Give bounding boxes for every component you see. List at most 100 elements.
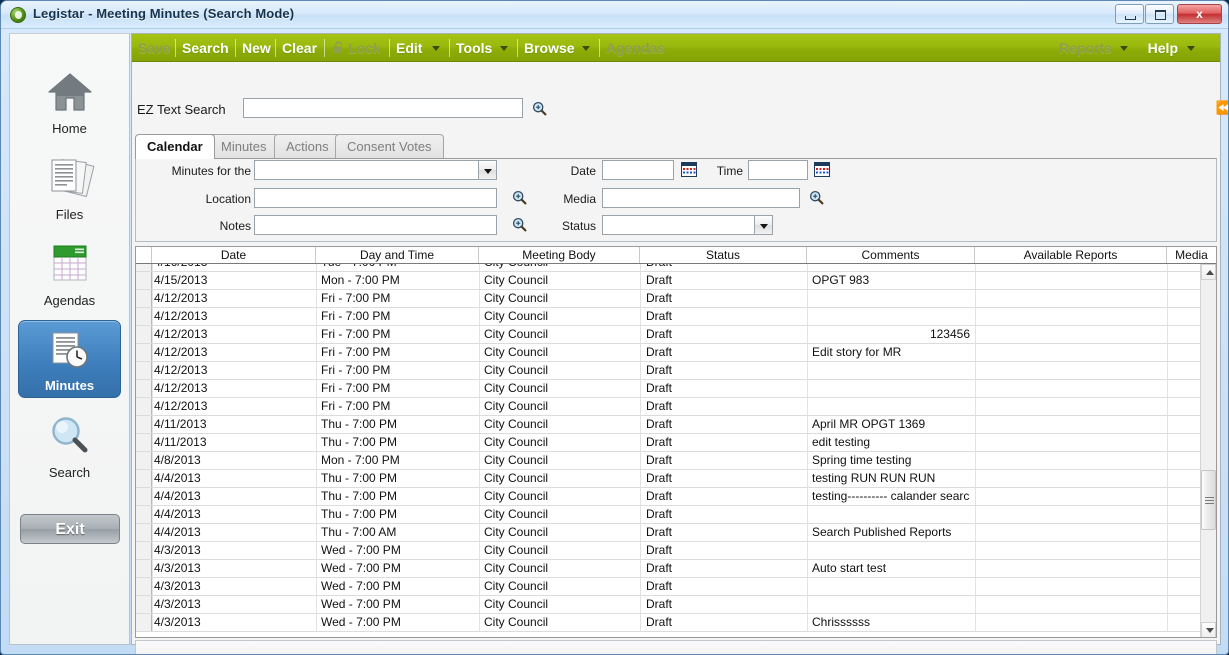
cell-reports[interactable] <box>980 272 1166 289</box>
row-selector-cell[interactable] <box>136 596 152 613</box>
grid-header-available-reports[interactable]: Available Reports <box>975 247 1167 263</box>
sidebar-item-agendas[interactable]: Agendas <box>18 234 121 312</box>
sidebar-item-files[interactable]: Files <box>18 148 121 226</box>
grid-header-meeting-body[interactable]: Meeting Body <box>479 247 640 263</box>
media-lookup-icon[interactable] <box>809 190 824 205</box>
cell-comments[interactable]: Search Published Reports <box>812 524 970 541</box>
table-row[interactable]: 4/12/2013 Fri - 7:00 PM City Council Draft <box>136 398 1202 416</box>
cell-day-time[interactable]: Tue - 7:00 PM <box>321 264 476 271</box>
cell-day-time[interactable]: Thu - 7:00 PM <box>321 506 476 523</box>
cell-day-time[interactable]: Thu - 7:00 PM <box>321 488 476 505</box>
cell-day-time[interactable]: Wed - 7:00 PM <box>321 596 476 613</box>
toolbar-help-menu[interactable]: Help <box>1148 34 1178 62</box>
cell-comments[interactable]: Auto start test <box>812 560 970 577</box>
cell-comments[interactable]: 123456 <box>812 326 970 343</box>
cell-status[interactable]: Draft <box>646 470 796 487</box>
table-row[interactable]: 4/3/2013 Wed - 7:00 PM City Council Draft Ch… <box>136 614 1202 632</box>
cell-comments[interactable] <box>812 596 970 613</box>
toolbar-edit-menu[interactable]: Edit <box>396 34 422 62</box>
date-input[interactable] <box>602 160 674 180</box>
cell-media[interactable] <box>1170 326 1200 343</box>
cell-status[interactable]: Draft <box>646 290 796 307</box>
cell-date[interactable]: 4/12/2013 <box>154 344 314 361</box>
status-input[interactable] <box>602 215 755 235</box>
cell-status[interactable]: Draft <box>646 560 796 577</box>
cell-status[interactable]: Draft <box>646 362 796 379</box>
cell-body[interactable]: City Council <box>484 560 634 577</box>
cell-comments[interactable]: testing RUN RUN RUN <box>812 470 970 487</box>
cell-reports[interactable] <box>980 290 1166 307</box>
cell-comments[interactable] <box>812 398 970 415</box>
cell-media[interactable] <box>1170 344 1200 361</box>
cell-comments[interactable] <box>812 308 970 325</box>
row-selector-cell[interactable] <box>136 362 152 379</box>
date-calendar-picker-icon[interactable] <box>681 162 697 177</box>
cell-day-time[interactable]: Fri - 7:00 PM <box>321 344 476 361</box>
grid-vertical-scrollbar[interactable] <box>1200 264 1216 637</box>
cell-reports[interactable] <box>980 264 1166 271</box>
cell-comments[interactable]: edit testing <box>812 434 970 451</box>
cell-day-time[interactable]: Mon - 7:00 PM <box>321 272 476 289</box>
cell-body[interactable]: City Council <box>484 524 634 541</box>
cell-comments[interactable]: OPGT 983 <box>812 272 970 289</box>
cell-date[interactable]: 4/12/2013 <box>154 362 314 379</box>
table-row[interactable]: 4/4/2013 Thu - 7:00 AM City Council Draft Se… <box>136 524 1202 542</box>
cell-media[interactable] <box>1170 362 1200 379</box>
table-row[interactable]: 4/11/2013 Thu - 7:00 PM City Council Draft A… <box>136 416 1202 434</box>
cell-comments[interactable]: testing---------- calander search <box>812 488 970 505</box>
table-row[interactable]: 4/3/2013 Wed - 7:00 PM City Council Draft Au… <box>136 560 1202 578</box>
row-selector-cell[interactable] <box>136 434 152 451</box>
cell-date[interactable]: 4/4/2013 <box>154 524 314 541</box>
cell-media[interactable] <box>1170 452 1200 469</box>
cell-status[interactable]: Draft <box>646 326 796 343</box>
row-selector-cell[interactable] <box>136 398 152 415</box>
cell-reports[interactable] <box>980 344 1166 361</box>
table-row[interactable]: 4/11/2013 Thu - 7:00 PM City Council Draft e… <box>136 434 1202 452</box>
cell-date[interactable]: 4/3/2013 <box>154 614 314 631</box>
cell-body[interactable]: City Council <box>484 614 634 631</box>
cell-body[interactable]: City Council <box>484 272 634 289</box>
cell-reports[interactable] <box>980 614 1166 631</box>
cell-reports[interactable] <box>980 452 1166 469</box>
cell-media[interactable] <box>1170 506 1200 523</box>
toolbar-save-button[interactable]: Save <box>138 34 171 62</box>
toolbar-browse-menu[interactable]: Browse <box>524 34 575 62</box>
row-selector-cell[interactable] <box>136 578 152 595</box>
cell-date[interactable]: 4/12/2013 <box>154 290 314 307</box>
cell-reports[interactable] <box>980 578 1166 595</box>
cell-media[interactable] <box>1170 470 1200 487</box>
cell-body[interactable]: City Council <box>484 290 634 307</box>
cell-media[interactable] <box>1170 578 1200 595</box>
cell-media[interactable] <box>1170 308 1200 325</box>
ez-text-search-input[interactable] <box>243 98 523 118</box>
cell-date[interactable]: 4/12/2013 <box>154 326 314 343</box>
toolbar-search-button[interactable]: Search <box>182 34 229 62</box>
row-selector-cell[interactable] <box>136 416 152 433</box>
cell-status[interactable]: Draft <box>646 272 796 289</box>
cell-body[interactable]: City Council <box>484 344 634 361</box>
cell-reports[interactable] <box>980 488 1166 505</box>
cell-date[interactable]: 4/11/2013 <box>154 434 314 451</box>
cell-media[interactable] <box>1170 264 1200 271</box>
row-selector-cell[interactable] <box>136 264 152 271</box>
cell-status[interactable]: Draft <box>646 596 796 613</box>
table-row[interactable]: 4/4/2013 Thu - 7:00 PM City Council Draft <box>136 506 1202 524</box>
notes-input[interactable] <box>254 215 497 235</box>
row-selector-cell[interactable] <box>136 272 152 289</box>
cell-day-time[interactable]: Thu - 7:00 PM <box>321 470 476 487</box>
cell-comments[interactable] <box>812 578 970 595</box>
table-row[interactable]: 4/4/2013 Thu - 7:00 PM City Council Draft te… <box>136 488 1202 506</box>
minutes-for-the-dropdown-button[interactable] <box>479 160 497 180</box>
cell-comments[interactable]: April MR OPGT 1369 <box>812 416 970 433</box>
cell-date[interactable]: 4/8/2013 <box>154 452 314 469</box>
cell-reports[interactable] <box>980 596 1166 613</box>
row-selector-cell[interactable] <box>136 488 152 505</box>
cell-date[interactable]: 4/16/2013 <box>154 264 314 271</box>
cell-reports[interactable] <box>980 470 1166 487</box>
table-row[interactable]: 4/15/2013 Mon - 7:00 PM City Council Draft O… <box>136 272 1202 290</box>
row-selector-cell[interactable] <box>136 470 152 487</box>
cell-date[interactable]: 4/15/2013 <box>154 272 314 289</box>
row-selector-cell[interactable] <box>136 560 152 577</box>
scrollbar-thumb[interactable] <box>1201 470 1216 530</box>
cell-comments[interactable] <box>812 290 970 307</box>
